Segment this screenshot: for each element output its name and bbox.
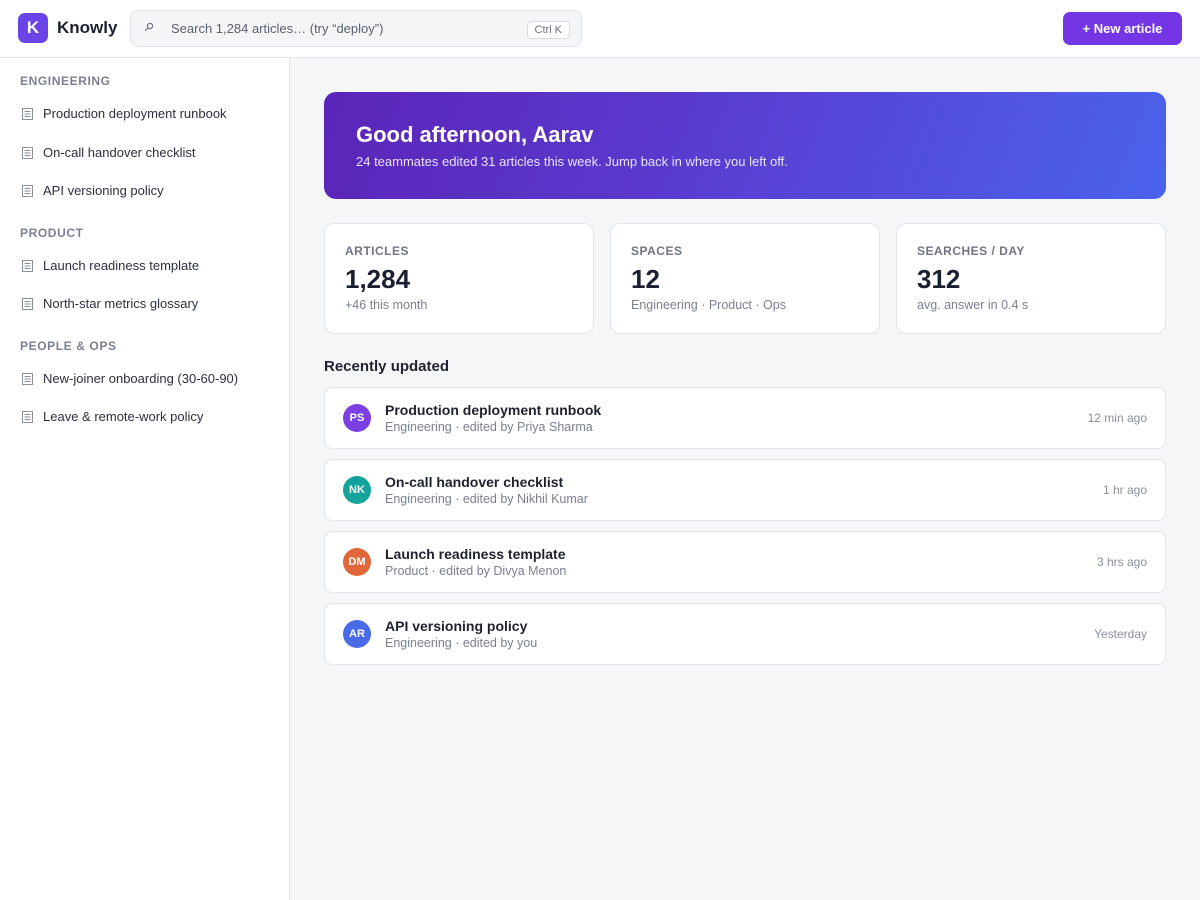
article-meta: Product · edited by Divya Menon	[385, 564, 567, 578]
stat-label: SEARCHES / DAY	[917, 244, 1025, 258]
recently-updated-heading: Recently updated	[324, 358, 450, 375]
recent-article-row[interactable]: PS Production deployment runbook Enginee…	[324, 387, 1166, 449]
stat-label: ARTICLES	[345, 244, 409, 258]
sidebar-section-title: PEOPLE & OPS	[20, 339, 117, 353]
document-icon	[22, 259, 33, 272]
stat-label: SPACES	[631, 244, 683, 258]
article-updated-time: Yesterday	[1094, 627, 1147, 641]
sidebar-item-label: North-star metrics glossary	[43, 295, 199, 311]
search-input[interactable]: Search 1,284 articles… (try “deploy”) Ct…	[130, 10, 582, 47]
article-meta: Engineering · edited by Nikhil Kumar	[385, 492, 588, 506]
new-article-button[interactable]: + New article	[1063, 12, 1182, 45]
stat-value: 1,284	[345, 264, 411, 294]
document-icon	[22, 297, 33, 310]
sidebar-item[interactable]: Production deployment runbook	[14, 98, 276, 128]
brand[interactable]: K Knowly	[18, 13, 117, 43]
document-icon	[22, 146, 33, 159]
stat-value: 312	[917, 264, 961, 294]
article-title: API versioning policy	[385, 618, 528, 634]
article-title: Launch readiness template	[385, 546, 566, 562]
sidebar-section-title: ENGINEERING	[20, 74, 111, 88]
sidebar: ENGINEERING Production deployment runboo…	[0, 58, 290, 900]
search-icon	[144, 22, 154, 32]
sidebar-item[interactable]: API versioning policy	[14, 175, 276, 205]
welcome-banner: Good afternoon, Aarav 24 teammates edite…	[324, 92, 1166, 199]
sidebar-item[interactable]: New-joiner onboarding (30-60-90)	[14, 363, 276, 393]
sidebar-item-label: Production deployment runbook	[43, 105, 227, 121]
document-icon	[22, 372, 33, 385]
article-updated-time: 12 min ago	[1087, 411, 1147, 425]
stat-subtext: Engineering · Product · Ops	[631, 298, 786, 312]
brand-logo-icon: K	[18, 13, 48, 43]
recent-article-row[interactable]: DM Launch readiness template Product · e…	[324, 531, 1166, 593]
stat-subtext: avg. answer in 0.4 s	[917, 298, 1029, 312]
stat-subtext: +46 this month	[345, 298, 428, 312]
brand-name: Knowly	[57, 18, 118, 37]
recent-article-row[interactable]: AR API versioning policy Engineering · e…	[324, 603, 1166, 665]
article-meta: Engineering · edited by Priya Sharma	[385, 420, 593, 434]
sidebar-item[interactable]: North-star metrics glossary	[14, 288, 276, 318]
document-icon	[22, 107, 33, 120]
stat-value: 12	[631, 264, 660, 294]
article-meta: Engineering · edited by you	[385, 636, 538, 650]
sidebar-section-title: PRODUCT	[20, 226, 84, 240]
search-placeholder: Search 1,284 articles… (try “deploy”)	[171, 21, 384, 36]
article-title: On-call handover checklist	[385, 474, 564, 490]
sidebar-item-label: New-joiner onboarding (30-60-90)	[43, 370, 239, 386]
article-title: Production deployment runbook	[385, 402, 602, 418]
sidebar-item-label: API versioning policy	[43, 182, 164, 198]
avatar: DM	[343, 548, 371, 576]
avatar: PS	[343, 404, 371, 432]
document-icon	[22, 410, 33, 423]
avatar: NK	[343, 476, 371, 504]
sidebar-item-label: On-call handover checklist	[43, 144, 196, 160]
top-bar: K Knowly Search 1,284 articles… (try “de…	[0, 0, 1200, 58]
document-icon	[22, 184, 33, 197]
stat-card-spaces: SPACES 12 Engineering · Product · Ops	[610, 223, 880, 334]
recent-article-row[interactable]: NK On-call handover checklist Engineerin…	[324, 459, 1166, 521]
welcome-title: Good afternoon, Aarav	[356, 122, 594, 147]
sidebar-item-label: Launch readiness template	[43, 257, 200, 273]
article-updated-time: 3 hrs ago	[1096, 555, 1147, 569]
search-shortcut-badge: Ctrl K	[526, 21, 570, 39]
sidebar-item-label: Leave & remote-work policy	[43, 408, 204, 424]
sidebar-item[interactable]: On-call handover checklist	[14, 137, 276, 167]
sidebar-item[interactable]: Leave & remote-work policy	[14, 401, 276, 431]
welcome-subtitle: 24 teammates edited 31 articles this wee…	[356, 154, 788, 169]
article-updated-time: 1 hr ago	[1102, 483, 1147, 497]
sidebar-item[interactable]: Launch readiness template	[14, 250, 276, 280]
avatar: AR	[343, 620, 371, 648]
stat-card-searches: SEARCHES / DAY 312 avg. answer in 0.4 s	[896, 223, 1166, 334]
stat-card-articles: ARTICLES 1,284 +46 this month	[324, 223, 594, 334]
